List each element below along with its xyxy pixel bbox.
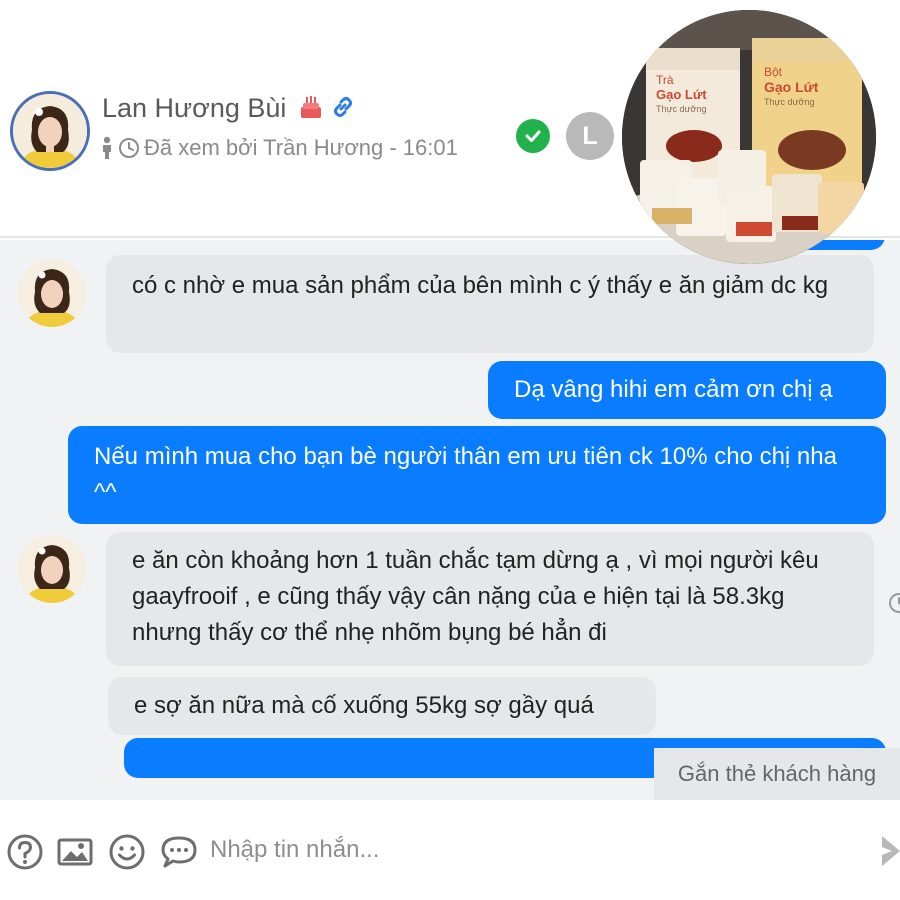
- message-bubble-incoming[interactable]: e sợ ăn nữa mà cố xuống 55kg sợ gầy quá: [108, 677, 656, 735]
- right-bag-line-3: Thực dưỡng: [764, 97, 814, 107]
- composer: [0, 800, 900, 900]
- left-bag-line-2: Gạo Lứt: [656, 87, 707, 102]
- contact-name[interactable]: Lan Hương Bùi: [102, 92, 286, 124]
- sender-avatar[interactable]: [18, 535, 86, 603]
- seen-status: Đã xem bởi Trần Hương - 16:01: [100, 134, 458, 162]
- help-icon[interactable]: [6, 833, 44, 871]
- message-bubble-incoming[interactable]: e ăn còn khoảng hơn 1 tuần chắc tạm dừng…: [106, 532, 874, 666]
- cake-icon: [301, 96, 321, 118]
- send-icon[interactable]: [880, 832, 900, 870]
- product-photo: Trà Gạo Lứt Thực dưỡng Bột Gạo Lứt Thực …: [622, 10, 876, 264]
- message-list[interactable]: có c nhờ e mua sản phẩm của bên mình c ý…: [0, 240, 900, 800]
- clock-icon: [119, 138, 139, 158]
- message-input[interactable]: [210, 830, 770, 870]
- message-bubble-outgoing[interactable]: Nếu mình mua cho bạn bè người thân em ưu…: [68, 426, 886, 524]
- right-bag-line-1: Bột: [764, 65, 783, 79]
- assignee-badge[interactable]: L: [566, 112, 614, 160]
- chat-bubble-icon[interactable]: [160, 833, 198, 871]
- message-bubble-incoming[interactable]: có c nhờ e mua sản phẩm của bên mình c ý…: [106, 255, 874, 353]
- right-bag-line-2: Gạo Lứt: [764, 79, 819, 95]
- sender-avatar[interactable]: [18, 259, 86, 327]
- left-bag-line-1: Trà: [656, 73, 674, 87]
- person-icon: [103, 136, 111, 159]
- message-bubble-outgoing[interactable]: Dạ vâng hihi em cảm ơn chị ạ: [488, 361, 886, 419]
- emoji-icon[interactable]: [108, 833, 146, 871]
- seen-text: Đã xem bởi Trần Hương - 16:01: [144, 135, 458, 160]
- tag-customer-button[interactable]: Gắn thẻ khách hàng: [654, 748, 900, 800]
- left-bag-line-3: Thực dưỡng: [656, 104, 706, 114]
- contact-avatar[interactable]: [10, 91, 90, 171]
- message-time-icon[interactable]: [888, 592, 900, 614]
- check-icon: [516, 119, 550, 153]
- link-icon[interactable]: [330, 94, 356, 120]
- image-icon[interactable]: [56, 833, 94, 871]
